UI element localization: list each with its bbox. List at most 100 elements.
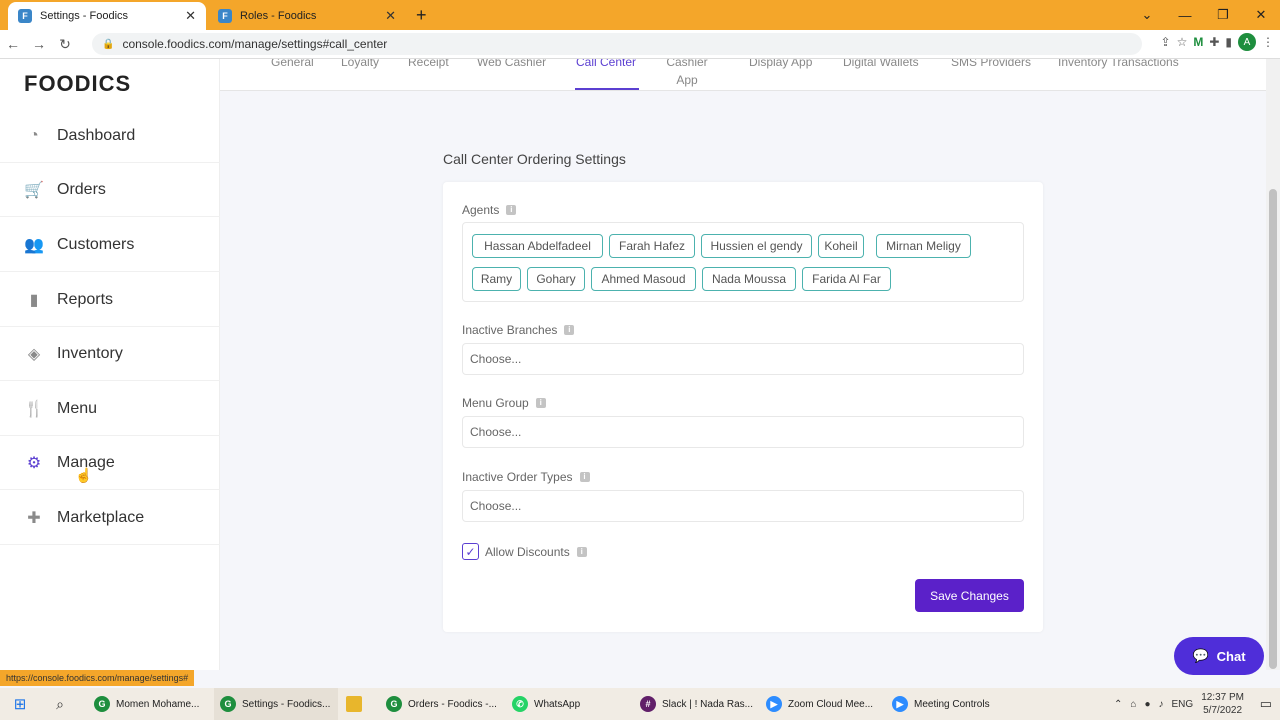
- agent-chip[interactable]: Ramy: [472, 267, 521, 291]
- volume-icon[interactable]: ♪: [1159, 699, 1164, 710]
- forward-icon[interactable]: →: [26, 36, 52, 52]
- taskbar-item-chrome-orders[interactable]: G Orders - Foodics -...: [380, 688, 504, 720]
- sidebar-item-label: Marketplace: [57, 508, 145, 526]
- star-icon[interactable]: ☆: [1177, 35, 1188, 49]
- reload-icon[interactable]: ↻: [52, 36, 78, 53]
- more-menu-icon[interactable]: ⋮: [1262, 35, 1274, 49]
- agent-chip[interactable]: Hussien el gendy: [701, 234, 812, 258]
- taskbar-item-zoom[interactable]: ▶ Zoom Cloud Mee...: [760, 688, 884, 720]
- page-scrollbar[interactable]: [1266, 59, 1280, 670]
- tab-cashier-app[interactable]: Cashier App: [664, 59, 710, 89]
- agent-chip[interactable]: Nada Moussa: [702, 267, 796, 291]
- sidebar-item-reports[interactable]: ▮ Reports: [0, 273, 220, 327]
- agent-chip[interactable]: Mirnan Meligy: [876, 234, 971, 258]
- puzzle-extensions-icon[interactable]: ✚: [1209, 35, 1219, 49]
- agent-chip[interactable]: Hassan Abdelfadeel: [472, 234, 603, 258]
- clock-date: 5/7/2022: [1203, 705, 1243, 716]
- taskbar-item-slack[interactable]: # Slack | ! Nada Ras...: [634, 688, 758, 720]
- agents-multiselect[interactable]: Hassan Abdelfadeel Farah Hafez Hussien e…: [462, 222, 1024, 302]
- agent-chip[interactable]: Farah Hafez: [609, 234, 695, 258]
- cart-icon: 🛒: [24, 181, 44, 199]
- chevron-down-icon[interactable]: ⌄: [1128, 7, 1166, 23]
- sidebar-item-label: Customers: [57, 235, 135, 253]
- sidebar-item-label: Dashboard: [57, 126, 136, 144]
- sidebar-item-manage[interactable]: ⚙ Manage: [0, 436, 220, 490]
- sidebar-item-dashboard[interactable]: ◔ Dashboard: [0, 109, 220, 163]
- sidebar-item-orders[interactable]: 🛒 Orders: [0, 163, 220, 217]
- avatar[interactable]: A: [1238, 33, 1256, 51]
- taskbar-item-chrome-settings[interactable]: G Settings - Foodics...: [214, 688, 338, 720]
- info-icon[interactable]: i: [506, 205, 517, 215]
- windows-start-icon[interactable]: ⊞: [0, 695, 40, 713]
- tab-web-cashier[interactable]: Web Cashier: [477, 59, 546, 71]
- taskbar-item-whatsapp[interactable]: ✆ WhatsApp: [506, 688, 630, 720]
- agents-label: Agents i: [462, 203, 517, 217]
- sidebar-item-menu[interactable]: 🍴 Menu: [0, 382, 220, 436]
- toolbar-icons: ⇪ ☆ M ✚ ▮ A ⋮: [1161, 33, 1274, 51]
- info-icon[interactable]: i: [576, 546, 587, 557]
- extension-m-icon[interactable]: M: [1193, 35, 1203, 49]
- tab-digital-wallets[interactable]: Digital Wallets: [843, 59, 919, 71]
- browser-tab-settings[interactable]: F Settings - Foodics ✕: [8, 2, 206, 30]
- chevron-up-icon[interactable]: ⌃: [1114, 699, 1122, 710]
- microphone-icon[interactable]: ●: [1144, 699, 1150, 710]
- notification-icon[interactable]: ▭: [1260, 696, 1272, 712]
- page-title: Call Center Ordering Settings: [443, 151, 626, 167]
- network-icon[interactable]: ⌂: [1130, 699, 1136, 710]
- close-icon[interactable]: ✕: [185, 8, 196, 24]
- taskbar-item-label: Slack | ! Nada Ras...: [662, 698, 753, 710]
- chrome-icon: G: [220, 696, 236, 712]
- allow-discounts-checkbox[interactable]: ✓: [462, 543, 479, 560]
- chat-button[interactable]: 💬 Chat: [1174, 637, 1264, 675]
- gear-icon: ⚙: [26, 454, 42, 472]
- tab-call-center[interactable]: Call Center: [576, 59, 636, 71]
- agent-chip[interactable]: Gohary: [527, 267, 585, 291]
- sidebar-item-marketplace[interactable]: ✚ Marketplace: [0, 491, 220, 545]
- taskbar-item-meeting-controls[interactable]: ▶ Meeting Controls: [886, 688, 1010, 720]
- tab-sms-providers[interactable]: SMS Providers: [951, 59, 1031, 71]
- menu-group-select[interactable]: Choose...: [462, 416, 1024, 448]
- layers-icon: ◈: [27, 345, 41, 363]
- utensils-icon: 🍴: [24, 400, 44, 418]
- language-indicator[interactable]: ENG: [1172, 699, 1194, 710]
- scrollbar-thumb[interactable]: [1269, 189, 1277, 669]
- taskbar-item-chrome[interactable]: G Momen Mohame...: [88, 688, 212, 720]
- info-icon[interactable]: i: [564, 325, 575, 335]
- chat-bubble-icon: 💬: [1192, 648, 1209, 663]
- users-icon: 👥: [24, 236, 44, 254]
- new-tab-icon[interactable]: +: [416, 5, 427, 26]
- inactive-branches-select[interactable]: Choose...: [462, 343, 1024, 375]
- agent-chip[interactable]: Ahmed Masoud: [591, 267, 696, 291]
- sidebar-item-inventory[interactable]: ◈ Inventory: [0, 327, 220, 381]
- foodics-logo[interactable]: FOODICS: [24, 71, 131, 97]
- share-icon[interactable]: ⇪: [1161, 35, 1171, 49]
- info-icon[interactable]: i: [535, 398, 546, 408]
- puzzle-icon: ✚: [27, 509, 41, 527]
- tab-general[interactable]: General: [271, 59, 314, 71]
- agent-chip[interactable]: Koheil: [818, 234, 864, 258]
- taskbar-item-file-explorer[interactable]: [340, 688, 374, 720]
- close-icon[interactable]: ✕: [385, 8, 396, 24]
- settings-card: Agents i Hassan Abdelfadeel Farah Hafez …: [443, 182, 1043, 632]
- tab-display-app[interactable]: Display App: [749, 59, 812, 71]
- tab-inventory-transactions[interactable]: Inventory Transactions: [1058, 59, 1179, 71]
- side-panel-icon[interactable]: ▮: [1225, 35, 1232, 49]
- maximize-icon[interactable]: ❐: [1204, 7, 1242, 23]
- minimize-icon[interactable]: —: [1166, 8, 1204, 23]
- search-icon[interactable]: ⌕: [40, 696, 80, 713]
- agent-chip[interactable]: Farida Al Far: [802, 267, 891, 291]
- tab-loyalty[interactable]: Loyalty: [341, 59, 379, 71]
- slack-icon: #: [640, 696, 656, 712]
- bar-chart-icon: ▮: [29, 291, 39, 309]
- save-button[interactable]: Save Changes: [915, 579, 1024, 612]
- tab-receipt[interactable]: Receipt: [408, 59, 449, 71]
- inactive-order-types-select[interactable]: Choose...: [462, 490, 1024, 522]
- info-icon[interactable]: i: [579, 472, 590, 482]
- url-field[interactable]: 🔒 console.foodics.com/manage/settings#ca…: [92, 33, 1142, 55]
- close-window-icon[interactable]: ✕: [1242, 7, 1280, 23]
- browser-tab-bar: F Settings - Foodics ✕ F Roles - Foodics…: [0, 0, 1280, 30]
- sidebar-item-customers[interactable]: 👥 Customers: [0, 218, 220, 272]
- clock[interactable]: 12:37 PM 5/7/2022: [1201, 691, 1244, 717]
- back-icon[interactable]: ←: [0, 36, 26, 52]
- browser-tab-roles[interactable]: F Roles - Foodics ✕: [208, 2, 406, 30]
